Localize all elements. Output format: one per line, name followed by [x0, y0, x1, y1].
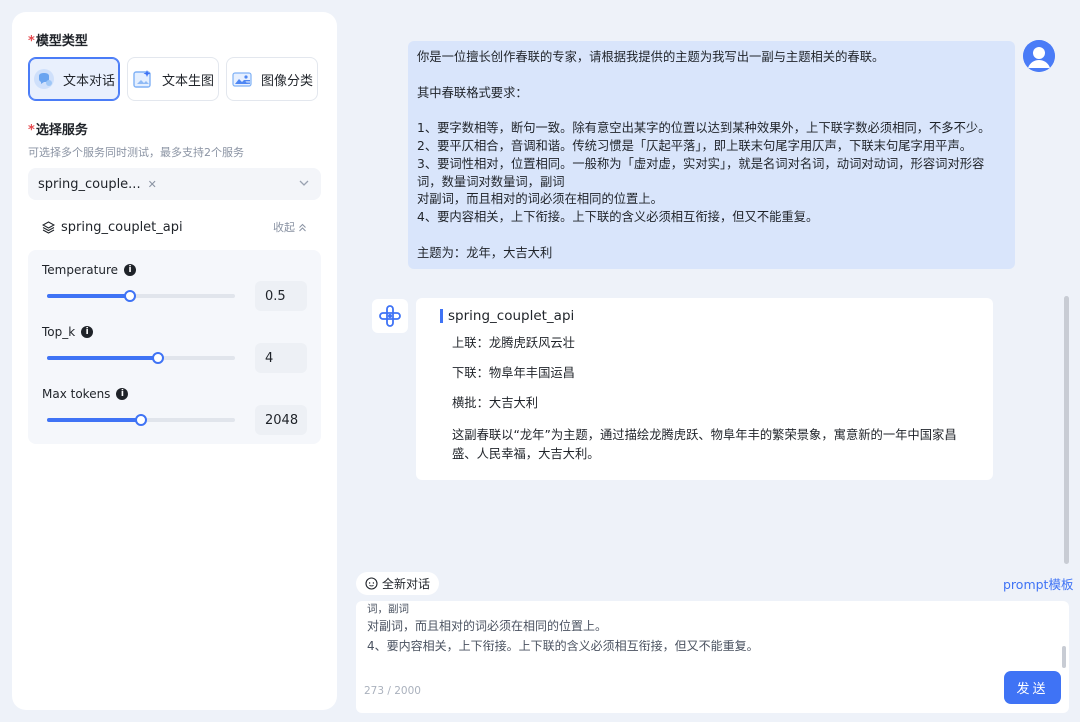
- user-avatar-icon: [1023, 40, 1055, 72]
- service-select[interactable]: spring_couple... ✕: [28, 168, 321, 200]
- info-icon[interactable]: i: [81, 326, 94, 338]
- couplet-horizontal-scroll: 横批：大吉大利: [452, 396, 539, 410]
- max-tokens-slider[interactable]: [47, 413, 235, 427]
- model-type-group: 文本对话 文本生图 图像分类: [28, 57, 321, 101]
- param-label: Max tokens i: [42, 386, 307, 402]
- param-label-text: Temperature: [42, 263, 119, 277]
- param-label-text: Max tokens: [42, 387, 111, 401]
- model-type-label: 文本生图: [161, 73, 214, 89]
- bot-message: spring_couplet_api 上联：龙腾虎跃风云壮 下联：物阜年丰国运昌…: [416, 298, 993, 480]
- slider-handle[interactable]: [135, 414, 147, 426]
- remove-tag-icon[interactable]: ✕: [148, 178, 157, 191]
- param-panel: Temperature i 0.5 Top_k i 4 Max tokens i…: [28, 250, 321, 444]
- service-tag-label: spring_couple...: [38, 176, 141, 192]
- couplet-first-line: 上联：龙腾虎跃风云壮: [452, 336, 575, 350]
- service-name-label: spring_couplet_api: [61, 219, 183, 235]
- chevron-up-double-icon: [299, 223, 306, 231]
- param-control-row: 2048: [42, 404, 307, 436]
- param-temperature: Temperature i 0.5: [42, 262, 307, 312]
- slider-handle[interactable]: [123, 290, 136, 302]
- param-label: Top_k i: [42, 324, 307, 340]
- slider-fill: [47, 418, 141, 422]
- chevron-down-icon[interactable]: [297, 176, 311, 190]
- param-control-row: 4: [42, 342, 307, 374]
- max-tokens-input[interactable]: 2048: [255, 405, 307, 435]
- input-text-line: 对副词，而且相对的词必须在相同的位置上。: [367, 619, 608, 633]
- top-k-slider[interactable]: [47, 351, 235, 365]
- info-icon[interactable]: i: [124, 264, 137, 276]
- bot-name: spring_couplet_api: [448, 308, 575, 324]
- slider-handle[interactable]: [151, 352, 164, 364]
- input-text-line: 词，副词: [367, 603, 409, 615]
- temperature-slider[interactable]: [47, 289, 235, 303]
- service-label: 选择服务: [35, 123, 88, 138]
- service-heading: *选择服务: [28, 119, 321, 138]
- param-top-k: Top_k i 4: [42, 324, 307, 374]
- service-name: spring_couplet_api: [42, 220, 183, 235]
- config-panel: *模型类型 文本对话 文本生图 图像分类 *选择服务 可选择多个服务同时测试，最…: [12, 12, 337, 710]
- input-text-line: 4、要内容相关，上下衔接。上下联的含义必须相互衔接，但又不能重复。: [367, 639, 759, 653]
- collapse-label: 收起: [273, 221, 295, 234]
- service-section-header: spring_couplet_api 收起: [28, 214, 321, 240]
- bot-avatar-icon: [372, 299, 408, 333]
- input-scrollbar[interactable]: [1062, 646, 1066, 668]
- info-icon[interactable]: i: [116, 388, 129, 400]
- service-tag: spring_couple... ✕: [38, 177, 157, 192]
- required-mark: *: [28, 34, 35, 49]
- param-max-tokens: Max tokens i 2048: [42, 386, 307, 436]
- model-type-heading: *模型类型: [28, 30, 321, 49]
- accent-bar: [440, 309, 443, 323]
- temperature-input[interactable]: 0.5: [255, 281, 307, 311]
- couplet-second-line: 下联：物阜年丰国运昌: [452, 366, 575, 380]
- image-classify-icon: [231, 68, 253, 90]
- model-type-label: 图像分类: [260, 73, 313, 89]
- model-type-label: 文本对话: [62, 73, 115, 89]
- bot-response-header: spring_couplet_api: [440, 308, 969, 324]
- prompt-template-link[interactable]: prompt模板: [1003, 574, 1073, 593]
- user-message: 你是一位擅长创作春联的专家，请根据我提供的主题为我写出一副与主题相关的春联。 其…: [408, 41, 1015, 269]
- send-button[interactable]: 发送: [1004, 671, 1061, 704]
- slider-fill: [47, 294, 130, 298]
- chat-scrollbar[interactable]: [1064, 296, 1069, 564]
- param-control-row: 0.5: [42, 280, 307, 312]
- model-type-text-to-image[interactable]: 文本生图: [127, 57, 219, 101]
- model-type-text-chat[interactable]: 文本对话: [28, 57, 120, 101]
- couplet-description: 这副春联以“龙年”为主题，通过描绘龙腾虎跃、物阜年丰的繁荣景象，寓意新的一年中国…: [452, 428, 957, 461]
- model-type-image-classification[interactable]: 图像分类: [226, 57, 318, 101]
- service-hint: 可选择多个服务同时测试，最多支持2个服务: [28, 146, 244, 159]
- layers-icon: [42, 220, 55, 234]
- collapse-toggle[interactable]: 收起: [273, 219, 307, 235]
- param-label: Temperature i: [42, 262, 307, 278]
- chat-smile-icon: [365, 577, 378, 590]
- character-counter: 273 / 2000: [364, 685, 421, 697]
- image-sparkle-icon: [132, 68, 154, 90]
- new-chat-label: 全新对话: [382, 577, 431, 591]
- chat-bubble-icon: [33, 68, 55, 90]
- message-input[interactable]: 词，副词 对副词，而且相对的词必须在相同的位置上。 4、要内容相关，上下衔接。上…: [356, 601, 1069, 713]
- user-message-text: 你是一位擅长创作春联的专家，请根据我提供的主题为我写出一副与主题相关的春联。 其…: [417, 50, 991, 260]
- model-type-label: 模型类型: [35, 34, 88, 49]
- new-chat-button[interactable]: 全新对话: [356, 572, 440, 595]
- top-k-input[interactable]: 4: [255, 343, 307, 373]
- slider-fill: [47, 356, 158, 360]
- required-mark: *: [28, 123, 35, 138]
- param-label-text: Top_k: [42, 325, 76, 339]
